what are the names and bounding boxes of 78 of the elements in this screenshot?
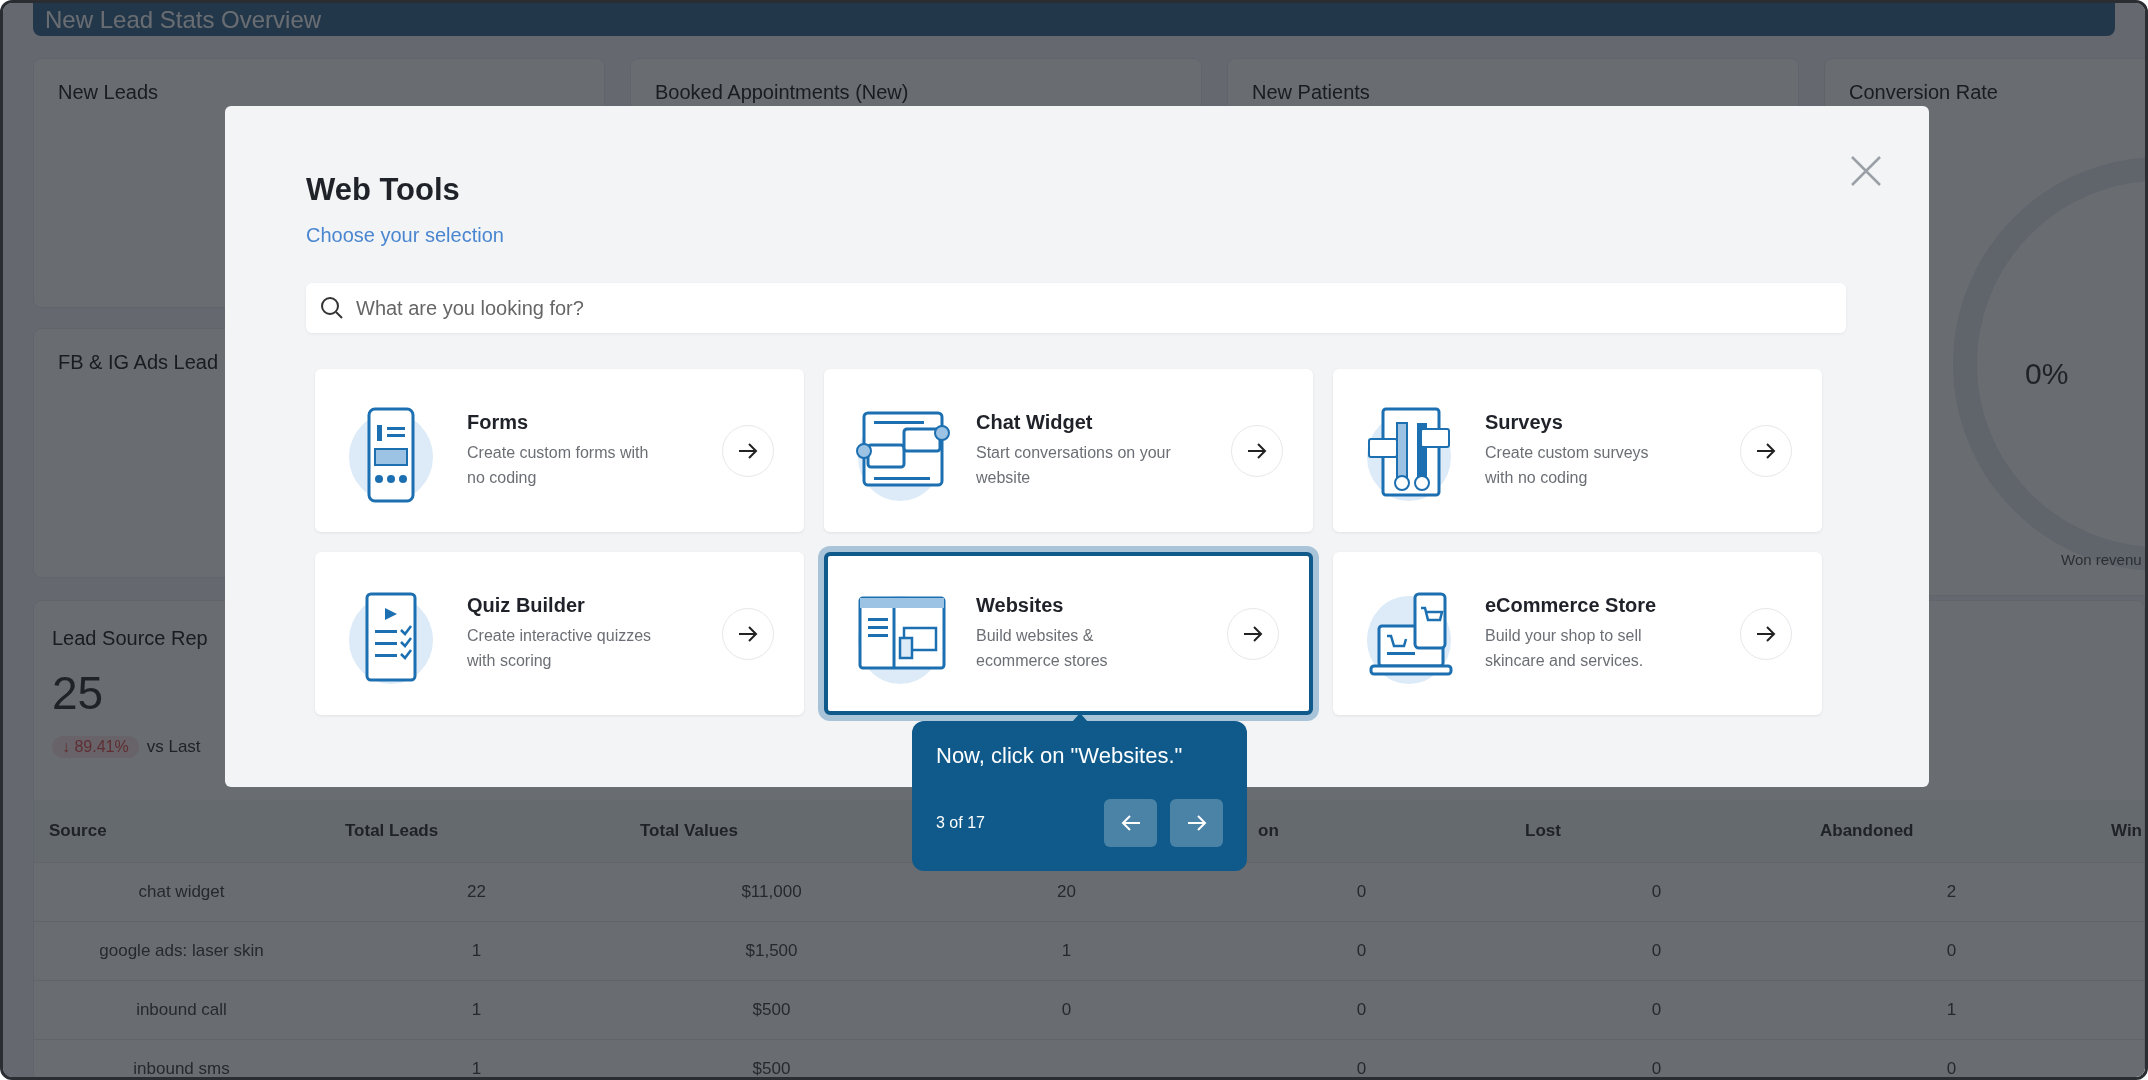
search-field[interactable]: What are you looking for? bbox=[306, 283, 1846, 333]
table-cell: 22 bbox=[467, 882, 486, 901]
table-cell: 1 bbox=[471, 941, 482, 960]
table-cell: 1 bbox=[471, 1000, 482, 1019]
section-title: New Lead Stats Overview bbox=[45, 8, 322, 32]
tool-title: Chat Widget bbox=[976, 411, 1094, 434]
search-icon bbox=[320, 296, 344, 320]
card-title: FB & IG Ads Lead bbox=[57, 350, 220, 375]
tooltip-message: Now, click on "Websites." bbox=[936, 743, 1183, 769]
column-header: on bbox=[1258, 821, 1279, 840]
total-value: 25 bbox=[52, 666, 104, 720]
tool-card[interactable]: Surveys Create custom surveys with no coding bbox=[1333, 369, 1822, 532]
column-header: Total Values bbox=[640, 821, 738, 840]
tool-description: Start conversations on your website bbox=[976, 443, 1172, 488]
table-cell: 20 bbox=[1057, 882, 1076, 901]
table-cell: 0 bbox=[1356, 1059, 1367, 1077]
arrow-right-icon bbox=[1756, 441, 1776, 460]
arrow-right-icon bbox=[1243, 624, 1263, 643]
column-header: Lost bbox=[1525, 821, 1561, 840]
tool-description: Create custom surveys with no coding bbox=[1485, 443, 1650, 488]
table-cell: inbound call bbox=[136, 1000, 227, 1019]
card-title: Booked Appointments (New) bbox=[654, 80, 910, 105]
table-cell: chat widget bbox=[138, 882, 225, 901]
table-cell: 1 bbox=[1946, 1000, 1957, 1019]
table-cell: 1 bbox=[1061, 941, 1072, 960]
tool-card[interactable]: Forms Create custom forms with no coding bbox=[315, 369, 804, 532]
tool-title: Quiz Builder bbox=[467, 594, 586, 617]
card-title: New Leads bbox=[57, 80, 160, 105]
card-title: Conversion Rate bbox=[1848, 80, 1999, 105]
table-cell: $500 bbox=[752, 1059, 791, 1077]
arrow-left-icon bbox=[1120, 814, 1141, 832]
conversion-value: 0% bbox=[2025, 357, 2069, 391]
table-cell: 0 bbox=[1651, 1000, 1662, 1019]
table-cell: 0 bbox=[1356, 882, 1367, 901]
table-cell: 0 bbox=[1651, 882, 1662, 901]
table-cell: inbound sms bbox=[133, 1059, 230, 1077]
table-cell: 1 bbox=[471, 1059, 482, 1077]
column-header: Win bbox=[2111, 821, 2142, 840]
table-cell: $500 bbox=[752, 1000, 791, 1019]
tool-card[interactable]: Chat Widget Start conversations on your website bbox=[824, 369, 1313, 532]
card-title: New Patients bbox=[1251, 80, 1371, 105]
table-cell: 0 bbox=[1651, 1059, 1662, 1077]
table-cell: $1,500 bbox=[745, 941, 798, 960]
table-cell: 0 bbox=[1946, 941, 1957, 960]
table-cell: 0 bbox=[1356, 941, 1367, 960]
tool-description: Create custom forms with no coding bbox=[467, 443, 650, 488]
arrow-right-icon bbox=[1756, 624, 1776, 643]
tool-title: Forms bbox=[467, 411, 530, 434]
table-cell: 0 bbox=[1356, 1000, 1367, 1019]
next-button[interactable] bbox=[1170, 799, 1223, 847]
arrow-right-icon bbox=[738, 624, 758, 643]
tool-card[interactable]: Quiz Builder Create interactive quizzes with scoring bbox=[315, 552, 804, 715]
previous-button[interactable] bbox=[1104, 799, 1157, 847]
column-header: Total Leads bbox=[345, 821, 439, 840]
column-header: Abandoned bbox=[1820, 821, 1914, 840]
table-cell: 0 bbox=[1061, 1000, 1072, 1019]
arrow-right-icon bbox=[738, 441, 758, 460]
tool-card[interactable]: eCommerce Store Build your shop to sell skincare and services. bbox=[1333, 552, 1822, 715]
modal-title: Web Tools bbox=[306, 172, 461, 208]
caption: Won revenu bbox=[2061, 551, 2142, 568]
tool-title: eCommerce Store bbox=[1485, 594, 1658, 617]
modal-subtitle: Choose your selection bbox=[306, 224, 504, 247]
tool-description: Build your shop to sell skincare and services. bbox=[1485, 626, 1645, 671]
tool-description: Create interactive quizzes with scoring bbox=[467, 626, 653, 671]
table-cell: $11,000 bbox=[741, 882, 802, 901]
arrow-right-icon bbox=[1247, 441, 1267, 460]
table-cell: 0 bbox=[1946, 1059, 1957, 1077]
step-counter: 3 of 17 bbox=[936, 814, 985, 832]
table-cell: 0 bbox=[1651, 941, 1662, 960]
tool-description: Build websites & ecommerce stores bbox=[976, 626, 1109, 671]
table-cell: 2 bbox=[1946, 882, 1957, 901]
column-header: Source bbox=[49, 821, 107, 840]
table-cell: google ads: laser skin bbox=[99, 941, 264, 960]
arrow-right-icon bbox=[1186, 814, 1207, 832]
comparison-label: vs Last bbox=[146, 737, 201, 757]
tool-title: Websites bbox=[976, 594, 1065, 617]
tool-title: Surveys bbox=[1485, 411, 1564, 434]
card-title: Lead Source Rep bbox=[52, 627, 208, 650]
